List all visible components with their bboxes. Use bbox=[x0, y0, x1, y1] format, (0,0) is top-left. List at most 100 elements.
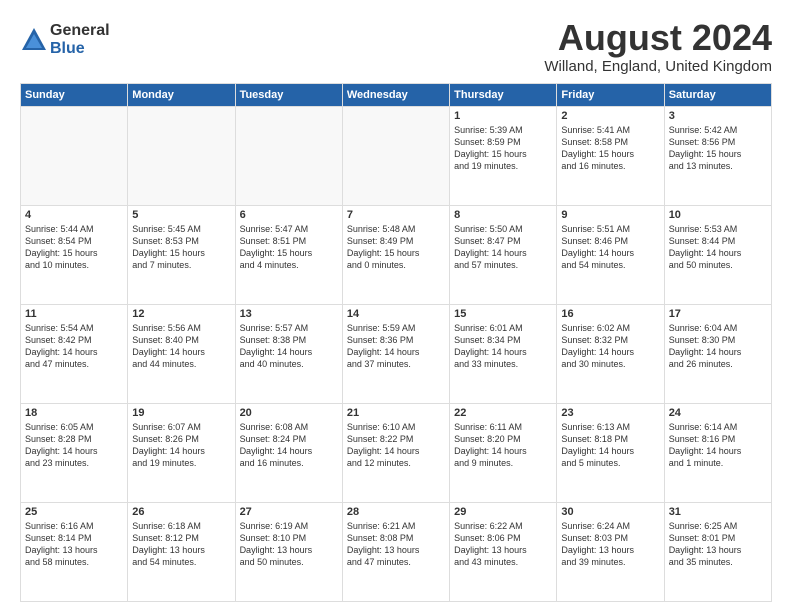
cell-details: Sunrise: 5:48 AMSunset: 8:49 PMDaylight:… bbox=[347, 223, 445, 272]
calendar-cell: 31 Sunrise: 6:25 AMSunset: 8:01 PMDayligh… bbox=[664, 502, 771, 601]
cell-details: Sunrise: 6:21 AMSunset: 8:08 PMDaylight:… bbox=[347, 520, 445, 569]
cell-details: Sunrise: 6:16 AMSunset: 8:14 PMDaylight:… bbox=[25, 520, 123, 569]
day-number: 21 bbox=[347, 407, 445, 419]
day-number: 6 bbox=[240, 209, 338, 221]
cell-details: Sunrise: 6:19 AMSunset: 8:10 PMDaylight:… bbox=[240, 520, 338, 569]
weekday-thursday: Thursday bbox=[450, 83, 557, 106]
day-number: 25 bbox=[25, 506, 123, 518]
day-number: 11 bbox=[25, 308, 123, 320]
cell-details: Sunrise: 6:24 AMSunset: 8:03 PMDaylight:… bbox=[561, 520, 659, 569]
cell-details: Sunrise: 5:53 AMSunset: 8:44 PMDaylight:… bbox=[669, 223, 767, 272]
cell-details: Sunrise: 6:14 AMSunset: 8:16 PMDaylight:… bbox=[669, 421, 767, 470]
calendar-cell bbox=[128, 106, 235, 205]
calendar-cell: 4 Sunrise: 5:44 AMSunset: 8:54 PMDaylight… bbox=[21, 205, 128, 304]
cell-details: Sunrise: 5:59 AMSunset: 8:36 PMDaylight:… bbox=[347, 322, 445, 371]
calendar-cell: 12 Sunrise: 5:56 AMSunset: 8:40 PMDayligh… bbox=[128, 304, 235, 403]
cell-details: Sunrise: 5:56 AMSunset: 8:40 PMDaylight:… bbox=[132, 322, 230, 371]
header: General Blue August 2024 Willand, Englan… bbox=[20, 18, 772, 75]
calendar-cell: 1 Sunrise: 5:39 AMSunset: 8:59 PMDaylight… bbox=[450, 106, 557, 205]
calendar-cell: 22Sunrise: 6:11 AMSunset: 8:20 PMDayligh… bbox=[450, 403, 557, 502]
day-number: 16 bbox=[561, 308, 659, 320]
calendar-cell: 15 Sunrise: 6:01 AMSunset: 8:34 PMDayligh… bbox=[450, 304, 557, 403]
weekday-saturday: Saturday bbox=[664, 83, 771, 106]
location: Willand, England, United Kingdom bbox=[544, 58, 772, 75]
cell-details: Sunrise: 6:05 AMSunset: 8:28 PMDaylight:… bbox=[25, 421, 123, 470]
day-number: 20 bbox=[240, 407, 338, 419]
week-row-4: 18 Sunrise: 6:05 AMSunset: 8:28 PMDayligh… bbox=[21, 403, 772, 502]
day-number: 10 bbox=[669, 209, 767, 221]
day-number: 13 bbox=[240, 308, 338, 320]
calendar-body: 1 Sunrise: 5:39 AMSunset: 8:59 PMDaylight… bbox=[21, 106, 772, 601]
calendar-cell: 2Sunrise: 5:41 AMSunset: 8:58 PMDaylight… bbox=[557, 106, 664, 205]
day-number: 15 bbox=[454, 308, 552, 320]
day-number: 1 bbox=[454, 110, 552, 122]
calendar-cell: 25 Sunrise: 6:16 AMSunset: 8:14 PMDayligh… bbox=[21, 502, 128, 601]
week-row-2: 4 Sunrise: 5:44 AMSunset: 8:54 PMDaylight… bbox=[21, 205, 772, 304]
day-number: 31 bbox=[669, 506, 767, 518]
day-number: 18 bbox=[25, 407, 123, 419]
weekday-row: SundayMondayTuesdayWednesdayThursdayFrid… bbox=[21, 83, 772, 106]
calendar-cell: 16 Sunrise: 6:02 AMSunset: 8:32 PMDayligh… bbox=[557, 304, 664, 403]
day-number: 30 bbox=[561, 506, 659, 518]
day-number: 3 bbox=[669, 110, 767, 122]
cell-details: Sunrise: 5:47 AMSunset: 8:51 PMDaylight:… bbox=[240, 223, 338, 272]
calendar-cell: 14 Sunrise: 5:59 AMSunset: 8:36 PMDayligh… bbox=[342, 304, 449, 403]
logo-icon bbox=[20, 26, 48, 54]
calendar-cell: 13 Sunrise: 5:57 AMSunset: 8:38 PMDayligh… bbox=[235, 304, 342, 403]
day-number: 12 bbox=[132, 308, 230, 320]
cell-details: Sunrise: 6:01 AMSunset: 8:34 PMDaylight:… bbox=[454, 322, 552, 371]
calendar-cell: 19 Sunrise: 6:07 AMSunset: 8:26 PMDayligh… bbox=[128, 403, 235, 502]
cell-details: Sunrise: 6:10 AMSunset: 8:22 PMDaylight:… bbox=[347, 421, 445, 470]
month-title: August 2024 bbox=[544, 18, 772, 58]
calendar-cell: 23Sunrise: 6:13 AMSunset: 8:18 PMDayligh… bbox=[557, 403, 664, 502]
logo-text: General Blue bbox=[50, 22, 110, 57]
week-row-3: 11 Sunrise: 5:54 AMSunset: 8:42 PMDayligh… bbox=[21, 304, 772, 403]
day-number: 24 bbox=[669, 407, 767, 419]
day-number: 14 bbox=[347, 308, 445, 320]
week-row-5: 25 Sunrise: 6:16 AMSunset: 8:14 PMDayligh… bbox=[21, 502, 772, 601]
day-number: 4 bbox=[25, 209, 123, 221]
weekday-tuesday: Tuesday bbox=[235, 83, 342, 106]
cell-details: Sunrise: 6:04 AMSunset: 8:30 PMDaylight:… bbox=[669, 322, 767, 371]
page: General Blue August 2024 Willand, Englan… bbox=[0, 0, 792, 612]
calendar-cell: 20 Sunrise: 6:08 AMSunset: 8:24 PMDayligh… bbox=[235, 403, 342, 502]
cell-details: Sunrise: 5:39 AMSunset: 8:59 PMDaylight:… bbox=[454, 124, 552, 173]
cell-details: Sunrise: 5:54 AMSunset: 8:42 PMDaylight:… bbox=[25, 322, 123, 371]
title-area: August 2024 Willand, England, United Kin… bbox=[544, 18, 772, 75]
day-number: 8 bbox=[454, 209, 552, 221]
cell-details: Sunrise: 5:41 AMSunset: 8:58 PMDaylight:… bbox=[561, 124, 659, 173]
day-number: 9 bbox=[561, 209, 659, 221]
day-number: 26 bbox=[132, 506, 230, 518]
weekday-sunday: Sunday bbox=[21, 83, 128, 106]
calendar-cell: 9 Sunrise: 5:51 AMSunset: 8:46 PMDaylight… bbox=[557, 205, 664, 304]
day-number: 28 bbox=[347, 506, 445, 518]
calendar-cell bbox=[342, 106, 449, 205]
calendar-cell: 5Sunrise: 5:45 AMSunset: 8:53 PMDaylight… bbox=[128, 205, 235, 304]
cell-details: Sunrise: 5:51 AMSunset: 8:46 PMDaylight:… bbox=[561, 223, 659, 272]
cell-details: Sunrise: 6:22 AMSunset: 8:06 PMDaylight:… bbox=[454, 520, 552, 569]
cell-details: Sunrise: 6:07 AMSunset: 8:26 PMDaylight:… bbox=[132, 421, 230, 470]
day-number: 19 bbox=[132, 407, 230, 419]
calendar-cell: 3 Sunrise: 5:42 AMSunset: 8:56 PMDaylight… bbox=[664, 106, 771, 205]
cell-details: Sunrise: 5:50 AMSunset: 8:47 PMDaylight:… bbox=[454, 223, 552, 272]
calendar-cell: 10 Sunrise: 5:53 AMSunset: 8:44 PMDayligh… bbox=[664, 205, 771, 304]
calendar-cell: 24 Sunrise: 6:14 AMSunset: 8:16 PMDayligh… bbox=[664, 403, 771, 502]
calendar-cell: 7 Sunrise: 5:48 AMSunset: 8:49 PMDaylight… bbox=[342, 205, 449, 304]
calendar-cell: 6 Sunrise: 5:47 AMSunset: 8:51 PMDaylight… bbox=[235, 205, 342, 304]
cell-details: Sunrise: 5:42 AMSunset: 8:56 PMDaylight:… bbox=[669, 124, 767, 173]
weekday-friday: Friday bbox=[557, 83, 664, 106]
logo: General Blue bbox=[20, 22, 110, 57]
logo-blue-text: Blue bbox=[50, 40, 110, 58]
day-number: 22 bbox=[454, 407, 552, 419]
cell-details: Sunrise: 6:18 AMSunset: 8:12 PMDaylight:… bbox=[132, 520, 230, 569]
cell-details: Sunrise: 5:44 AMSunset: 8:54 PMDaylight:… bbox=[25, 223, 123, 272]
calendar-cell: 11 Sunrise: 5:54 AMSunset: 8:42 PMDayligh… bbox=[21, 304, 128, 403]
cell-details: Sunrise: 5:57 AMSunset: 8:38 PMDaylight:… bbox=[240, 322, 338, 371]
day-number: 17 bbox=[669, 308, 767, 320]
cell-details: Sunrise: 6:02 AMSunset: 8:32 PMDaylight:… bbox=[561, 322, 659, 371]
calendar-cell: 30 Sunrise: 6:24 AMSunset: 8:03 PMDayligh… bbox=[557, 502, 664, 601]
calendar-cell: 29Sunrise: 6:22 AMSunset: 8:06 PMDayligh… bbox=[450, 502, 557, 601]
cell-details: Sunrise: 6:25 AMSunset: 8:01 PMDaylight:… bbox=[669, 520, 767, 569]
day-number: 7 bbox=[347, 209, 445, 221]
cell-details: Sunrise: 6:08 AMSunset: 8:24 PMDaylight:… bbox=[240, 421, 338, 470]
